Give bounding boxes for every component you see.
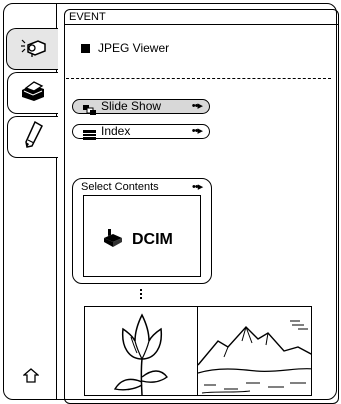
home-icon bbox=[22, 368, 40, 387]
printer-icon bbox=[18, 79, 48, 108]
viewer-label: JPEG Viewer bbox=[98, 41, 170, 55]
more-dots-icon bbox=[140, 289, 142, 301]
dcim-label: DCIM bbox=[132, 231, 173, 248]
slide-show-label: Slide Show bbox=[101, 99, 162, 113]
camera-folder-icon bbox=[101, 226, 125, 253]
camera-icon bbox=[18, 36, 48, 63]
index-icon bbox=[83, 127, 96, 140]
arrow-right-icon: ••▸ bbox=[192, 181, 203, 193]
arrow-right-icon: ••▸ bbox=[191, 100, 203, 112]
page-title: EVENT bbox=[69, 11, 106, 23]
index-label: Index bbox=[101, 124, 131, 138]
index-button[interactable]: Index ••▸ bbox=[72, 124, 210, 140]
thumbnail-tulip[interactable] bbox=[84, 306, 198, 396]
pen-icon bbox=[22, 120, 44, 155]
thumbnail-landscape[interactable] bbox=[197, 306, 312, 396]
dotted-divider bbox=[66, 78, 331, 79]
tab-printer[interactable] bbox=[7, 72, 58, 114]
select-contents-title: Select Contents bbox=[81, 181, 159, 193]
slideshow-icon bbox=[83, 102, 96, 115]
bullet-icon bbox=[81, 44, 90, 53]
mountain-landscape-image bbox=[198, 320, 311, 394]
slide-show-button[interactable]: Slide Show ••▸ bbox=[72, 99, 210, 115]
tab-camera[interactable] bbox=[6, 28, 58, 70]
tab-pen[interactable] bbox=[7, 116, 58, 158]
arrow-right-icon: ••▸ bbox=[191, 125, 203, 137]
tulip-image bbox=[113, 313, 168, 395]
home-button[interactable] bbox=[22, 368, 40, 388]
